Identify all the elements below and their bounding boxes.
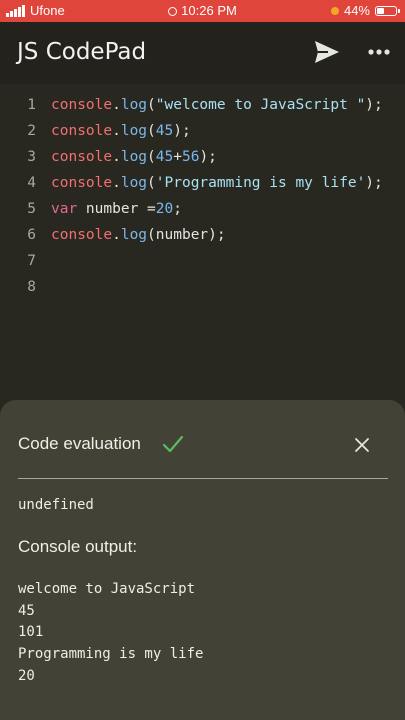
code-token: log [120,175,148,191]
code-token: 45 [155,149,174,165]
code-line[interactable]: 6 console.log(number); [0,227,405,253]
code-token: . [112,149,121,165]
line-number: 5 [27,201,36,217]
code-line[interactable]: 1 console.log("welcome to JavaScript "); [0,97,405,123]
location-dot-icon [330,6,339,15]
code-token: 56 [181,149,200,165]
code-line[interactable]: 2 console.log(45); [0,123,405,149]
code-token: log [120,123,148,139]
code-text: console.log("welcome to JavaScript "); [51,97,383,113]
status-bar: Ufone 10:26 PM 44% [0,0,405,22]
more-options-icon[interactable] [364,39,394,65]
code-token: ( [147,123,156,139]
code-token: ; [173,201,182,217]
divider [18,478,388,479]
code-line[interactable]: 5 var number =20; [0,201,405,227]
battery-percent: 44% [343,3,370,18]
code-text: console.log(45+56); [51,149,217,165]
code-token: ( [147,175,156,191]
code-text: console.log(45); [51,123,191,139]
app-bar: JS CodePad [0,22,405,84]
evaluation-sheet: Code evaluation undefined Console output… [0,400,405,720]
code-token: ( [147,149,156,165]
code-token: 'Programming is my life' [155,175,366,191]
line-number: 1 [27,97,36,113]
code-token: number = [77,201,156,217]
code-token: log [120,97,148,113]
app-title: JS CodePad [17,39,147,65]
line-number: 2 [27,123,36,139]
code-token: ( [147,97,156,113]
code-token: 45 [155,123,174,139]
code-line[interactable]: 3 console.log(45+56); [0,149,405,175]
console-line: 45 [18,602,35,619]
battery-group: 44% [330,3,400,18]
console-output: welcome to JavaScript 45 101 Programming is… [18,579,203,688]
checkmark-icon [162,434,184,454]
battery-fill [377,7,384,14]
code-token: var [51,201,78,217]
code-line[interactable]: 7 [0,253,405,279]
code-token: console [51,227,113,243]
status-time: 10:26 PM [181,3,237,18]
console-line: welcome to JavaScript [18,581,196,597]
code-token: console [51,123,113,139]
code-token: "welcome to JavaScript " [155,97,366,113]
code-token: console [51,175,113,191]
console-line: Programming is my life [18,646,204,663]
code-token: console [51,149,113,165]
code-token: ); [199,149,217,165]
line-number: 3 [27,149,36,165]
console-line: 20 [18,667,35,684]
code-text: console.log(number); [51,227,226,243]
code-text: console.log('Programming is my life'); [51,175,383,191]
code-token: . [112,227,121,243]
evaluation-heading: Code evaluation [18,434,141,453]
line-number: 6 [27,227,36,243]
close-icon[interactable] [351,434,373,456]
code-token: 20 [155,201,174,217]
code-token: console [51,97,113,113]
evaluation-result: undefined [18,497,94,513]
code-line[interactable]: 8 [0,279,405,305]
battery-icon [375,5,400,16]
code-token: log [120,149,148,165]
code-token: (number); [147,227,226,243]
line-number: 7 [27,253,36,269]
code-token: ); [365,97,383,113]
code-text: var number =20; [51,201,182,217]
code-token: + [173,149,182,165]
code-token: log [120,227,148,243]
line-number: 4 [27,175,36,191]
code-token: . [112,123,121,139]
console-output-label: Console output: [18,537,138,556]
code-editor[interactable]: 1 console.log("welcome to JavaScript "); 2… [0,84,405,414]
line-number: 8 [27,279,36,295]
send-icon[interactable] [312,38,342,66]
code-token: . [112,175,121,191]
code-line[interactable]: 4 console.log('Programming is my life'); [0,175,405,201]
code-token: . [112,97,121,113]
alarm-icon [168,7,178,16]
code-token: ); [365,175,383,191]
code-token: ); [173,123,191,139]
console-line: 101 [18,624,44,641]
